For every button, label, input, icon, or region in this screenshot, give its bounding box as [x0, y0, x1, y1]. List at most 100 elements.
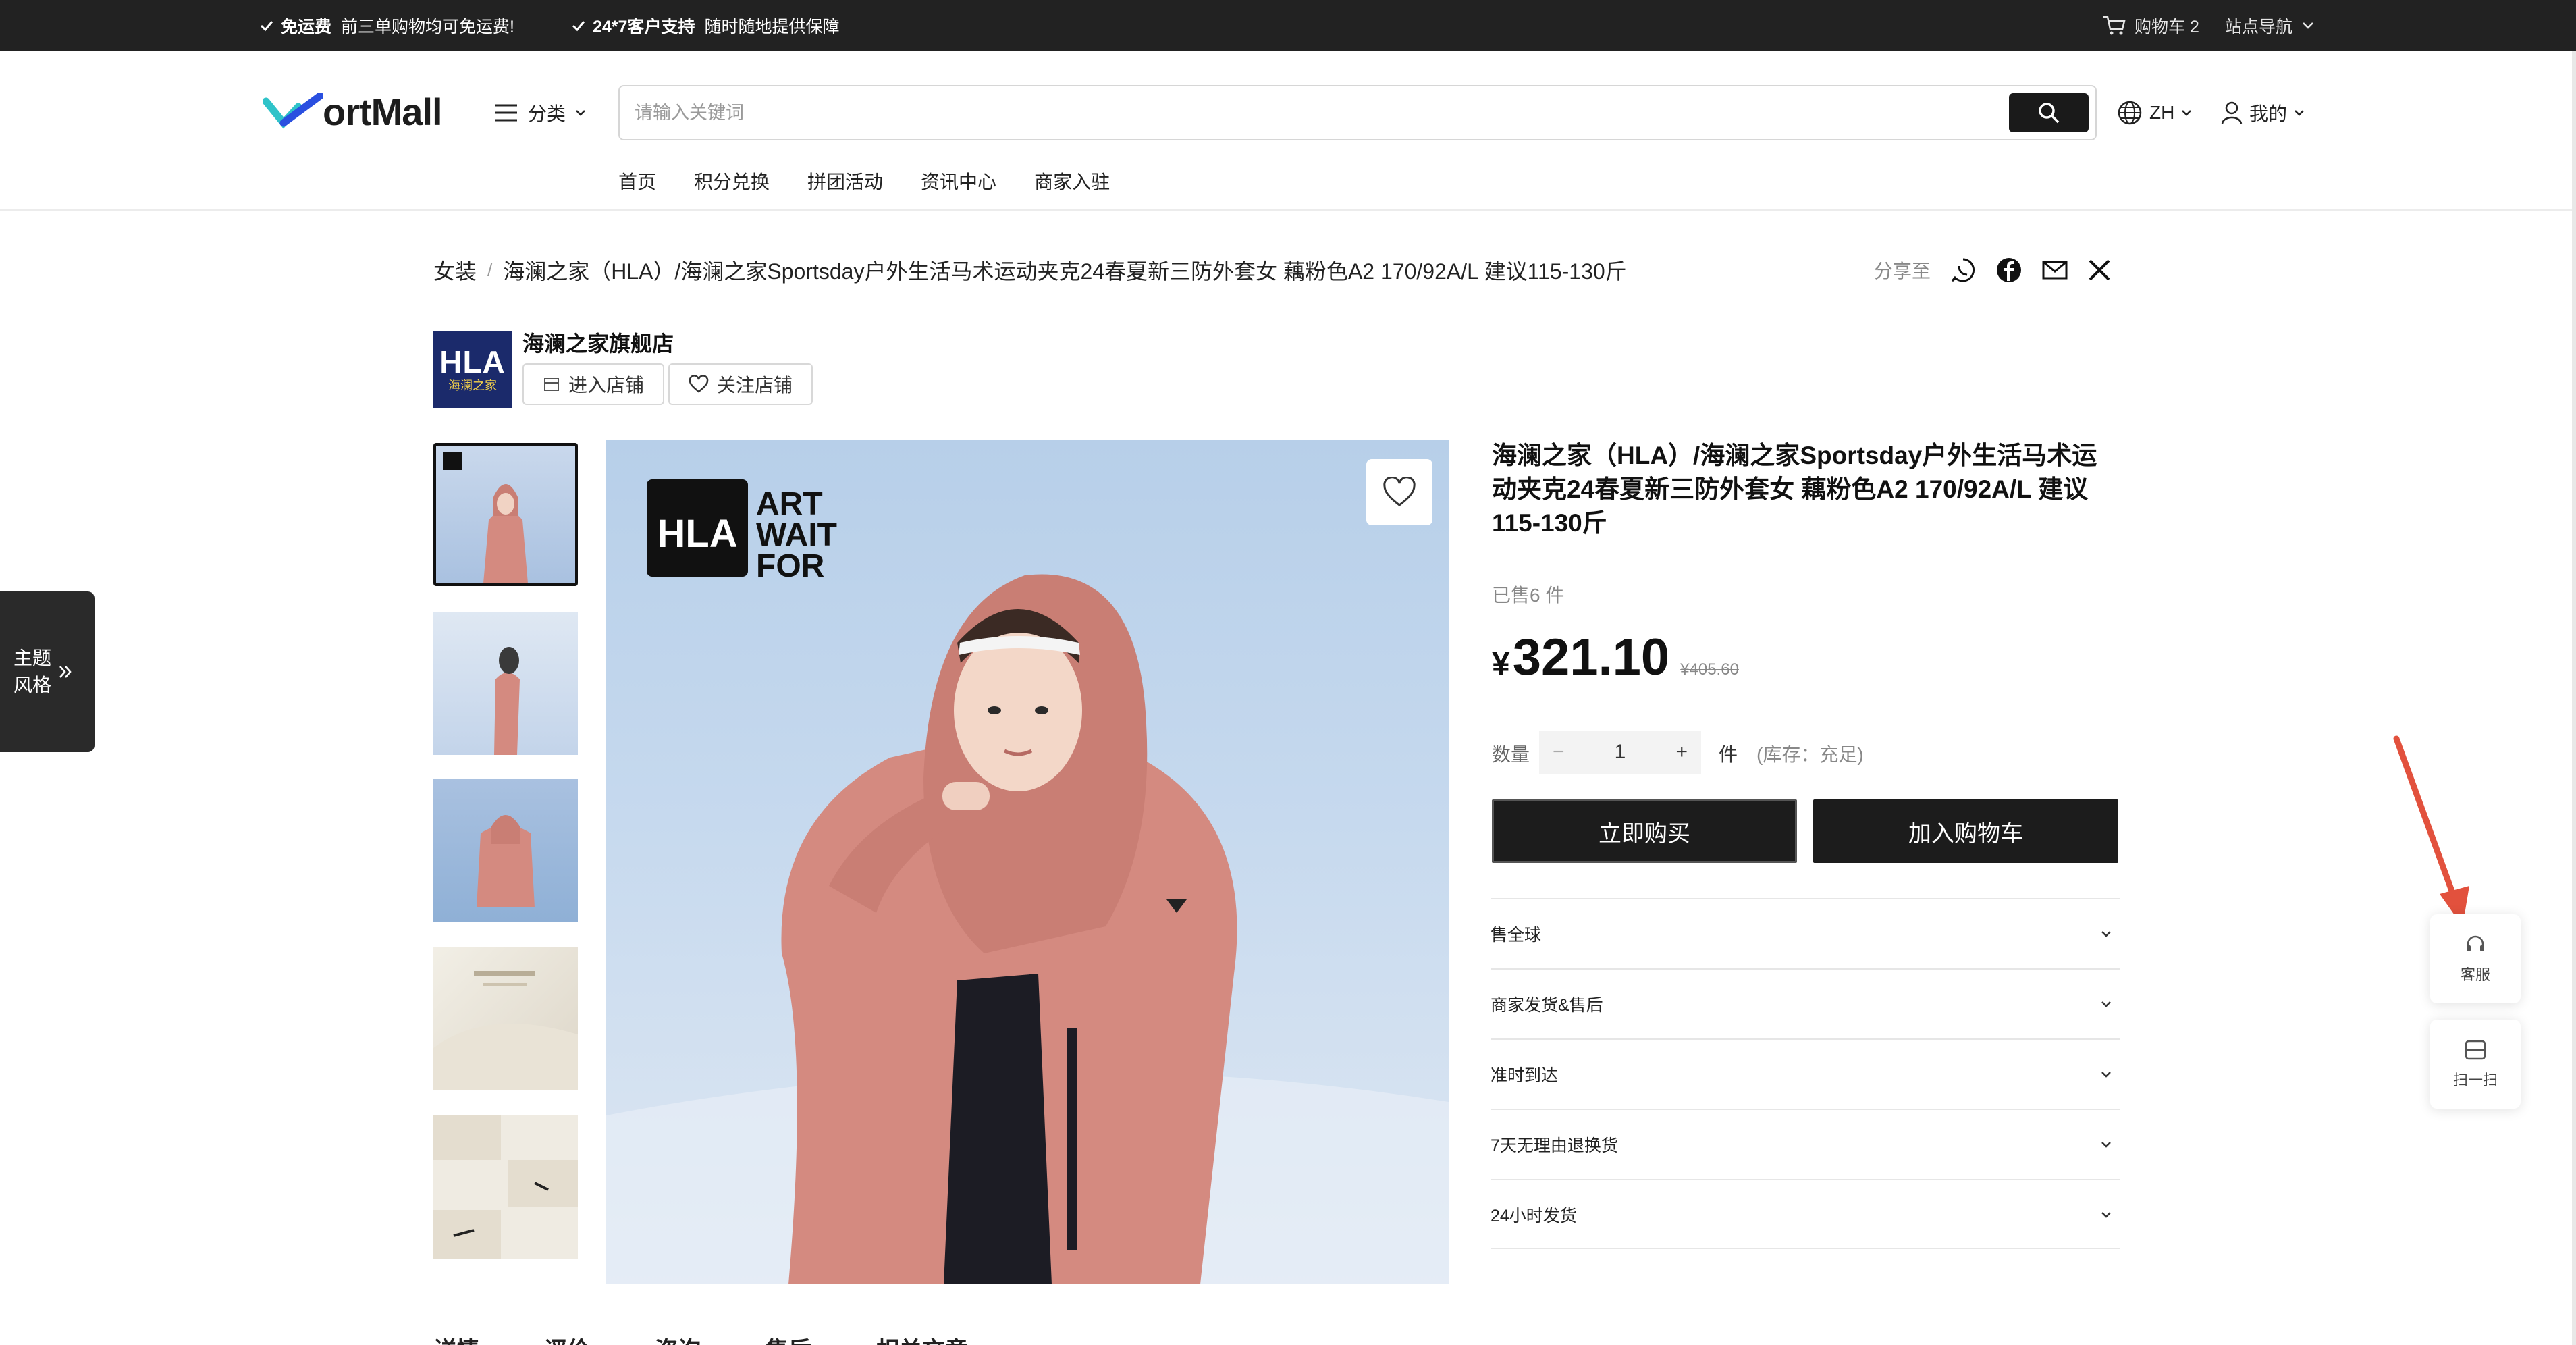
buy-now-button[interactable]: 立即购买	[1492, 799, 1797, 863]
share-label: 分享至	[1874, 261, 1931, 282]
main-image-brand: HLA	[657, 512, 737, 556]
theme-label-line1: 主题	[14, 648, 52, 668]
add-to-cart-button[interactable]: 加入购物车	[1813, 799, 2118, 863]
breadcrumb: 女装 / 海澜之家（HLA）/海澜之家Sportsday户外生活马术运动夹克24…	[433, 255, 1627, 285]
globe-icon	[2118, 101, 2142, 125]
tab-reviews[interactable]: 评价	[544, 1331, 590, 1345]
enter-store-button[interactable]: 进入店铺	[522, 363, 665, 405]
favorite-button[interactable]	[1366, 459, 1432, 525]
double-chevron-right-icon	[59, 666, 72, 678]
search-input[interactable]	[635, 86, 1985, 139]
nav-item-points[interactable]: 积分兑换	[694, 167, 770, 197]
accordion-item-on-time[interactable]: 准时到达	[1491, 1038, 2120, 1109]
quantity-stepper: − 1 +	[1539, 731, 1701, 774]
promo-1-text: 前三单购物均可免运费!	[341, 18, 514, 36]
thumbnail-5[interactable]	[433, 1115, 578, 1259]
thumbnail-1[interactable]	[433, 443, 578, 586]
chevron-down-icon	[2101, 1212, 2111, 1218]
theme-style-panel[interactable]: 主题 风格	[0, 591, 95, 752]
accordion-item-shipping[interactable]: 商家发货&售后	[1491, 968, 2120, 1038]
tab-inquiry[interactable]: 咨询	[655, 1331, 701, 1345]
search-button[interactable]	[2009, 93, 2089, 132]
main-image-slogan-3: FOR	[756, 548, 824, 584]
chevron-down-icon	[2101, 1072, 2111, 1078]
enter-store-label: 进入店铺	[568, 375, 645, 396]
chevron-down-icon	[2295, 110, 2304, 116]
main-nav: 首页 积分兑换 拼团活动 资讯中心 商家入驻	[618, 167, 1110, 197]
store-logo[interactable]: HLA 海澜之家	[433, 331, 512, 408]
scan-icon	[2465, 1040, 2486, 1060]
site-logo[interactable]: ortMall	[263, 88, 443, 135]
promo-2-text: 随时随地提供保障	[704, 18, 840, 36]
chevron-down-icon	[2101, 1142, 2111, 1148]
share-bar: 分享至	[1874, 255, 2112, 285]
jacket-thumbnail-image	[443, 452, 528, 583]
follow-store-button[interactable]: 关注店铺	[668, 363, 813, 405]
top-bar: 免运费 前三单购物均可免运费! 24*7客户支持 随时随地提供保障 购物车 2 …	[0, 0, 2576, 51]
mail-icon[interactable]	[2041, 257, 2068, 284]
account-menu[interactable]: 我的	[2221, 95, 2305, 131]
annotation-arrow-icon	[2393, 735, 2469, 926]
accordion-item-global[interactable]: 售全球	[1491, 898, 2120, 968]
accordion-label: 24小时发货	[1491, 1207, 1577, 1225]
breadcrumb-category[interactable]: 女装	[433, 255, 477, 286]
user-icon	[2221, 101, 2243, 124]
accordion-label: 7天无理由退换货	[1491, 1136, 1618, 1155]
nav-item-home[interactable]: 首页	[618, 167, 656, 197]
site-nav-dropdown[interactable]: 站点导航	[2225, 0, 2314, 51]
menu-icon	[495, 104, 517, 122]
tab-related-articles[interactable]: 相关文章	[876, 1331, 968, 1345]
account-label: 我的	[2249, 103, 2288, 124]
breadcrumb-separator: /	[487, 259, 493, 280]
jacket-model-image: HLA ART WAIT FOR	[606, 479, 1449, 1284]
check-icon	[572, 21, 585, 32]
category-menu[interactable]: 分类	[494, 95, 586, 131]
price-currency: ¥	[1492, 646, 1510, 682]
stock-status: (库存：充足)	[1756, 744, 1864, 765]
jacket-side-image	[494, 647, 520, 755]
promo-free-shipping: 免运费 前三单购物均可免运费!	[259, 0, 514, 51]
customer-service-button[interactable]: 客服	[2430, 914, 2521, 1003]
search-icon	[2039, 103, 2060, 124]
quantity-decrease-button[interactable]: −	[1553, 741, 1565, 764]
facebook-icon[interactable]	[1995, 257, 2022, 284]
language-switch[interactable]: ZH	[2117, 95, 2192, 131]
search-bar	[618, 85, 2097, 140]
theme-label: 主题 风格	[14, 645, 51, 699]
logo-text: ortMall	[323, 90, 443, 133]
store-name[interactable]: 海澜之家旗舰店	[522, 327, 674, 358]
main-product-image[interactable]: HLA ART WAIT FOR	[606, 440, 1449, 1284]
nav-item-merchant[interactable]: 商家入驻	[1034, 167, 1110, 197]
jacket-front-image	[477, 815, 535, 907]
chevron-down-icon	[2101, 1001, 2111, 1007]
customer-service-label: 客服	[2460, 966, 2490, 983]
detail-collage-image	[433, 1115, 578, 1259]
whatsapp-icon[interactable]	[1950, 257, 1977, 284]
nav-item-news[interactable]: 资讯中心	[921, 167, 996, 197]
thumbnail-3[interactable]	[433, 779, 578, 922]
tab-details[interactable]: 详情	[433, 1331, 479, 1345]
quantity-increase-button[interactable]: +	[1675, 741, 1688, 764]
quantity-value[interactable]: 1	[1615, 741, 1626, 764]
store-icon	[544, 378, 559, 391]
chevron-down-icon	[2101, 931, 2111, 937]
tab-after-sales[interactable]: 售后	[766, 1331, 811, 1345]
accordion-item-24h[interactable]: 24小时发货	[1491, 1179, 2120, 1249]
cart-link[interactable]: 购物车 2	[2102, 0, 2199, 51]
quantity-unit: 件	[1719, 744, 1738, 765]
scan-button[interactable]: 扫一扫	[2430, 1020, 2521, 1109]
price-block: ¥ 321.10 ¥405.60	[1492, 628, 1739, 687]
follow-store-label: 关注店铺	[717, 375, 793, 396]
sold-count: 已售6 件	[1492, 585, 1565, 606]
x-icon[interactable]	[2087, 258, 2112, 282]
accordion-item-returns[interactable]: 7天无理由退换货	[1491, 1109, 2120, 1179]
headset-icon	[2467, 935, 2484, 951]
promo-1-bold: 免运费	[281, 18, 332, 36]
page-scrollbar[interactable]	[2572, 51, 2576, 1345]
theme-label-line2: 风格	[14, 675, 52, 695]
thumbnail-2[interactable]	[433, 612, 578, 755]
nav-item-group-buy[interactable]: 拼团活动	[807, 167, 883, 197]
accordion-label: 售全球	[1491, 926, 1542, 945]
thumbnail-4[interactable]	[433, 947, 578, 1090]
detail-tabs: 详情 评价 咨询 售后 相关文章	[433, 1331, 968, 1345]
